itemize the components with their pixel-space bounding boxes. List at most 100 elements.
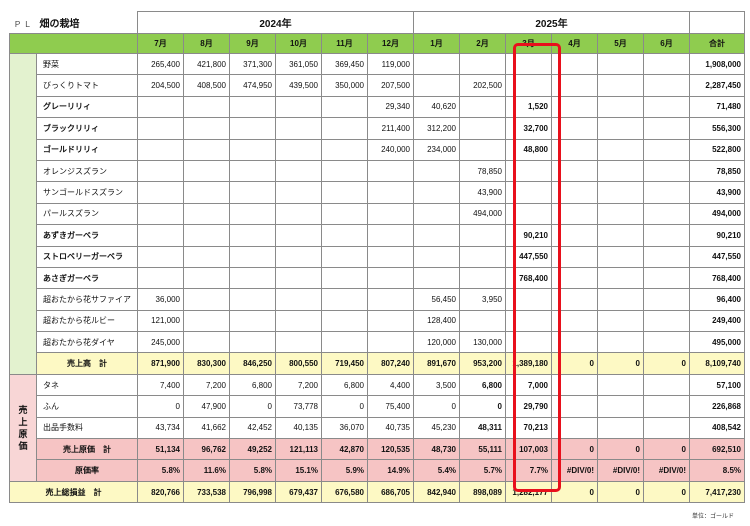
value-cell bbox=[367, 331, 414, 354]
value-cell bbox=[505, 74, 552, 97]
value-cell: 3,950 bbox=[459, 288, 506, 311]
value-cell bbox=[459, 138, 506, 161]
item-row: あずきガーベラ 90,210 90,210 bbox=[10, 224, 745, 247]
cost-total-label: 売上原価 計 bbox=[36, 438, 138, 461]
value-cell: 679,437 bbox=[275, 480, 322, 504]
value-cell bbox=[459, 117, 506, 140]
value-cell: 55,111 bbox=[459, 438, 506, 461]
value-cell: 6,800 bbox=[229, 373, 276, 397]
value-cell bbox=[643, 202, 690, 226]
value-cell bbox=[367, 245, 414, 268]
value-cell: 5.9% bbox=[321, 459, 368, 482]
value-cell: 14.9% bbox=[367, 459, 414, 482]
month-header-cell: 10月 bbox=[275, 33, 322, 54]
cost-section-char: 原 bbox=[18, 428, 28, 439]
value-cell bbox=[229, 309, 276, 333]
value-cell: 0 bbox=[597, 352, 644, 375]
value-cell bbox=[367, 224, 414, 247]
value-cell bbox=[597, 288, 644, 311]
value-cell bbox=[643, 224, 690, 247]
cost-name: 出品手数料 bbox=[36, 416, 138, 440]
item-row: オレンジスズラン 78,850 78,850 bbox=[10, 159, 745, 183]
value-cell: 0 bbox=[643, 352, 690, 375]
value-cell bbox=[551, 288, 598, 311]
item-name: あさぎガーベラ bbox=[36, 266, 138, 290]
value-cell: 5.8% bbox=[229, 459, 276, 482]
value-cell: 7,400 bbox=[137, 373, 184, 397]
value-cell: 5.8% bbox=[137, 459, 184, 482]
value-cell: 42,452 bbox=[229, 416, 276, 440]
value-cell: 800,550 bbox=[275, 352, 322, 375]
value-cell bbox=[643, 138, 690, 161]
value-cell: 7.7% bbox=[505, 459, 552, 482]
value-cell bbox=[275, 266, 322, 290]
value-cell bbox=[275, 181, 322, 204]
value-cell bbox=[551, 266, 598, 290]
value-cell bbox=[137, 117, 184, 140]
item-row: サンゴールドスズラン 43,900 43,900 bbox=[10, 181, 745, 204]
row-total-cell: 447,550 bbox=[689, 245, 745, 268]
value-cell bbox=[321, 202, 368, 226]
pl-table: ＰＬ 畑の栽培 2024年 2025年 7月 8月 9月 10月 11月 12月 1月 2月 3月… bbox=[9, 11, 745, 504]
value-cell bbox=[321, 117, 368, 140]
value-cell bbox=[275, 224, 322, 247]
value-cell bbox=[183, 117, 230, 140]
value-cell: 1,520 bbox=[505, 95, 552, 119]
value-cell bbox=[413, 74, 460, 97]
value-cell bbox=[367, 309, 414, 333]
item-name: びっくりトマト bbox=[36, 74, 138, 97]
row-total-cell: 494,000 bbox=[689, 202, 745, 226]
value-cell bbox=[551, 202, 598, 226]
row-total-cell: 96,400 bbox=[689, 288, 745, 311]
value-cell bbox=[321, 288, 368, 311]
value-cell bbox=[275, 245, 322, 268]
value-cell bbox=[229, 245, 276, 268]
value-cell: 4,400 bbox=[367, 373, 414, 397]
value-cell bbox=[505, 331, 552, 354]
item-name: 野菜 bbox=[36, 52, 138, 76]
month-header-cell: 7月 bbox=[137, 33, 184, 54]
value-cell: 0 bbox=[597, 480, 644, 504]
value-cell: 47,900 bbox=[183, 395, 230, 418]
row-total-cell: 90,210 bbox=[689, 224, 745, 247]
item-name: 超おたから花ルビー bbox=[36, 309, 138, 333]
row-total-cell: 57,100 bbox=[689, 373, 745, 397]
item-name: あずきガーベラ bbox=[36, 224, 138, 247]
value-cell bbox=[597, 416, 644, 440]
gross-profit-label: 売上総損益 計 bbox=[9, 480, 138, 504]
value-cell bbox=[137, 224, 184, 247]
month-header-cell: 9月 bbox=[229, 33, 276, 54]
year-header-row: ＰＬ 畑の栽培 2024年 2025年 bbox=[10, 11, 745, 34]
sales-total-label: 売上高 計 bbox=[36, 352, 138, 375]
value-cell: 494,000 bbox=[459, 202, 506, 226]
value-cell bbox=[321, 266, 368, 290]
value-cell bbox=[459, 245, 506, 268]
value-cell bbox=[551, 74, 598, 97]
value-cell: 40,735 bbox=[367, 416, 414, 440]
value-cell bbox=[643, 74, 690, 97]
total-header-blank bbox=[689, 11, 745, 34]
value-cell: 898,089 bbox=[459, 480, 506, 504]
value-cell: 421,800 bbox=[183, 52, 230, 76]
month-header-cell: 12月 bbox=[367, 33, 414, 54]
value-cell: 119,000 bbox=[367, 52, 414, 76]
cost-section-side: 売上原価 bbox=[9, 373, 37, 482]
value-cell bbox=[413, 181, 460, 204]
item-name: ブラックリリィ bbox=[36, 117, 138, 140]
value-cell bbox=[597, 245, 644, 268]
value-cell bbox=[137, 202, 184, 226]
value-cell bbox=[643, 373, 690, 397]
value-cell: 447,550 bbox=[505, 245, 552, 268]
value-cell bbox=[597, 395, 644, 418]
value-cell bbox=[183, 202, 230, 226]
value-cell bbox=[183, 331, 230, 354]
item-row: 超おたから花ダイヤ 245,000 120,000 130,000 495,000 bbox=[10, 331, 745, 354]
value-cell: 42,870 bbox=[321, 438, 368, 461]
value-cell: 45,230 bbox=[413, 416, 460, 440]
row-total-cell: 408,542 bbox=[689, 416, 745, 440]
value-cell bbox=[413, 245, 460, 268]
value-cell: 820,766 bbox=[137, 480, 184, 504]
row-total-cell: 249,400 bbox=[689, 309, 745, 333]
month-header-cell: 6月 bbox=[643, 33, 690, 54]
page-title: ＰＬ 畑の栽培 bbox=[10, 12, 138, 34]
